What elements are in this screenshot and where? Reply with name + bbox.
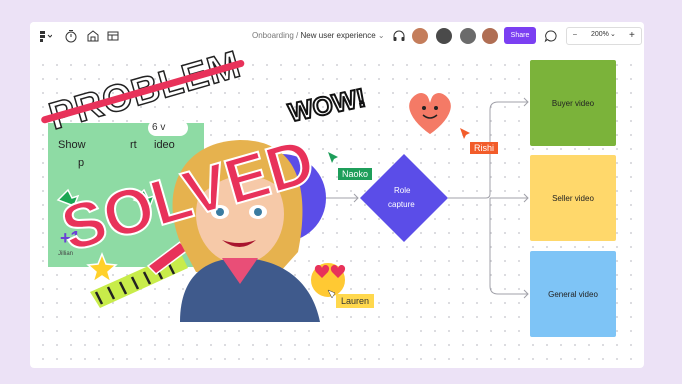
wow-text: WOW!: [286, 82, 369, 128]
overlay-lettering: PROBLEM SOLVED WOW!: [41, 43, 369, 266]
whiteboard-canvas[interactable]: Onboarding / New user experience ⌄ Share…: [30, 22, 644, 368]
solved-text: SOLVED: [54, 125, 322, 265]
